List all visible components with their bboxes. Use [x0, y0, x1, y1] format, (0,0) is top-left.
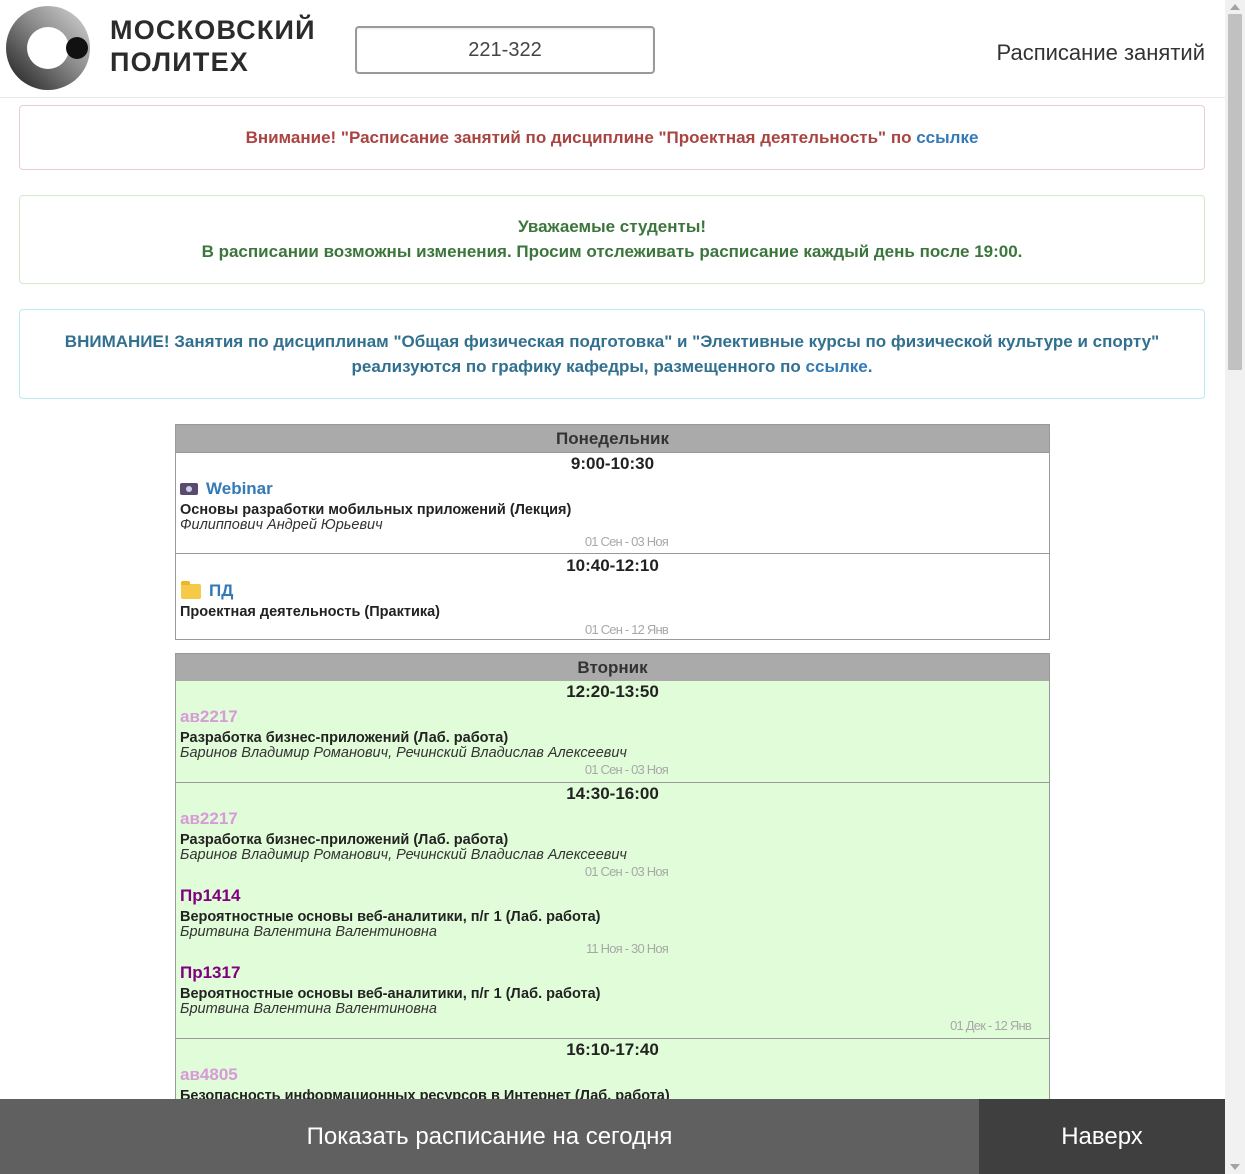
pe-alert-strong: ВНИМАНИЕ!: [64, 332, 170, 351]
lesson-room[interactable]: Пр1414: [180, 885, 1045, 907]
lesson-teacher: Филиппович Андрей Юрьевич: [180, 517, 383, 533]
lesson-dates: 01 Сен - 12 Янв: [585, 622, 669, 637]
lesson-subject: Вероятностные основы веб-аналитики, п/г …: [180, 986, 601, 1002]
students-notice-title: Уважаемые студенты!: [517, 217, 707, 236]
lesson-teacher: Бритвина Валентина Валентиновна: [180, 924, 437, 940]
day-header-monday: Понедельник: [176, 425, 1049, 452]
lesson-dates: 01 Сен - 03 Ноя: [584, 762, 669, 777]
lesson-subject: Разработка бизнес-приложений (Лаб. работ…: [180, 730, 509, 746]
slot-time: 16:10-17:40: [566, 1040, 659, 1059]
physical-education-alert: ВНИМАНИЕ! Занятия по дисциплинам "Общая …: [19, 309, 1205, 399]
site-title: Расписание занятий: [996, 40, 1205, 65]
page-scrollbar[interactable]: [1225, 0, 1245, 1174]
scroll-down-arrow-icon[interactable]: [1230, 1164, 1240, 1170]
slot-time: 9:00-10:30: [570, 454, 655, 473]
time-slot: 14:30-16:00 ав2217 Разработка бизнес-при…: [176, 782, 1049, 1038]
lesson-dates: 01 Дек - 12 Янв: [950, 1018, 1032, 1033]
lesson-dates: 01 Сен - 03 Ноя: [584, 864, 669, 879]
lesson-teacher: Бритвина Валентина Валентиновна: [180, 1001, 437, 1017]
lesson-teacher: Баринов Владимир Романович, Речинский Вл…: [180, 847, 627, 863]
pe-alert-text: Занятия по дисциплинам "Общая физическая…: [169, 332, 1160, 376]
students-notice-text: В расписании возможны изменения. Просим …: [201, 242, 1023, 261]
project-alert-text: Внимание! "Расписание занятий по дисципл…: [245, 128, 917, 147]
logo-text: МОСКОВСКИЙ ПОЛИТЕХ: [110, 14, 316, 78]
lesson-teacher: Баринов Владимир Романович, Речинский Вл…: [180, 745, 627, 761]
logo-text-line2: ПОЛИТЕХ: [110, 47, 249, 77]
camera-icon: [180, 483, 198, 495]
day-monday: Понедельник 9:00-10:30 Webinar Основы ра…: [175, 424, 1050, 640]
day-tuesday: Вторник 12:20-13:50 ав2217 Разработка би…: [175, 653, 1050, 1113]
scrollbar-thumb[interactable]: [1228, 14, 1242, 370]
site-header: МОСКОВСКИЙ ПОЛИТЕХ Расписание занятий: [0, 0, 1225, 98]
slot-time: 12:20-13:50: [566, 682, 659, 701]
folder-icon: [181, 580, 201, 599]
students-notice-alert: Уважаемые студенты! В расписании возможн…: [19, 195, 1205, 284]
lesson-dates: 11 Ноя - 30 Ноя: [585, 941, 669, 956]
time-slot: 10:40-12:10 ПД Проектная деятельность (П…: [176, 553, 1049, 639]
project-activity-link[interactable]: ПД: [209, 580, 233, 602]
lesson-place: ПД: [180, 580, 1045, 602]
scroll-to-top-button[interactable]: Наверх: [979, 1099, 1225, 1174]
lesson-room[interactable]: ав4805: [180, 1064, 1045, 1086]
lesson: Webinar Основы разработки мобильных прил…: [176, 475, 1049, 550]
lesson-room[interactable]: Пр1317: [180, 962, 1045, 984]
day-header-tuesday: Вторник: [176, 654, 1049, 681]
pe-alert-end: .: [867, 357, 873, 376]
lesson-place: Webinar: [180, 478, 1045, 500]
lesson-subject: Вероятностные основы веб-аналитики, п/г …: [180, 909, 601, 925]
time-slot: 9:00-10:30 Webinar Основы разработки моб…: [176, 452, 1049, 553]
lesson-subject: Проектная деятельность (Практика): [180, 604, 441, 620]
logo-text-line1: МОСКОВСКИЙ: [110, 15, 316, 45]
lesson: ав4805 Безопасность информационных ресур…: [176, 1061, 1049, 1104]
scroll-up-arrow-icon[interactable]: [1230, 4, 1240, 10]
lesson: Пр1414 Вероятностные основы веб-аналитик…: [176, 880, 1049, 957]
lesson-room[interactable]: ав2217: [180, 706, 1045, 728]
lesson-subject: Разработка бизнес-приложений (Лаб. работ…: [180, 832, 509, 848]
lesson-subject: Основы разработки мобильных приложений (…: [180, 502, 572, 518]
lesson: ПД Проектная деятельность (Практика) 01 …: [176, 577, 1049, 638]
slot-time: 10:40-12:10: [566, 556, 659, 575]
politech-logo-icon[interactable]: [4, 4, 94, 92]
show-today-button[interactable]: Показать расписание на сегодня: [0, 1099, 979, 1174]
pe-schedule-link[interactable]: ссылке: [806, 357, 868, 376]
project-activity-alert: Внимание! "Расписание занятий по дисципл…: [19, 105, 1205, 170]
time-slot: 12:20-13:50 ав2217 Разработка бизнес-при…: [176, 681, 1049, 782]
bottom-bar: Показать расписание на сегодня Наверх: [0, 1099, 1225, 1174]
project-schedule-link[interactable]: ссылке: [916, 128, 978, 147]
lesson-room[interactable]: ав2217: [180, 808, 1045, 830]
lesson: ав2217 Разработка бизнес-приложений (Лаб…: [176, 703, 1049, 778]
webinar-link[interactable]: Webinar: [206, 478, 273, 500]
group-search-input[interactable]: [355, 26, 655, 74]
lesson: ав2217 Разработка бизнес-приложений (Лаб…: [176, 805, 1049, 880]
slot-time: 14:30-16:00: [566, 784, 659, 803]
lesson-dates: 01 Сен - 03 Ноя: [584, 534, 669, 549]
lesson: Пр1317 Вероятностные основы веб-аналитик…: [176, 957, 1049, 1034]
